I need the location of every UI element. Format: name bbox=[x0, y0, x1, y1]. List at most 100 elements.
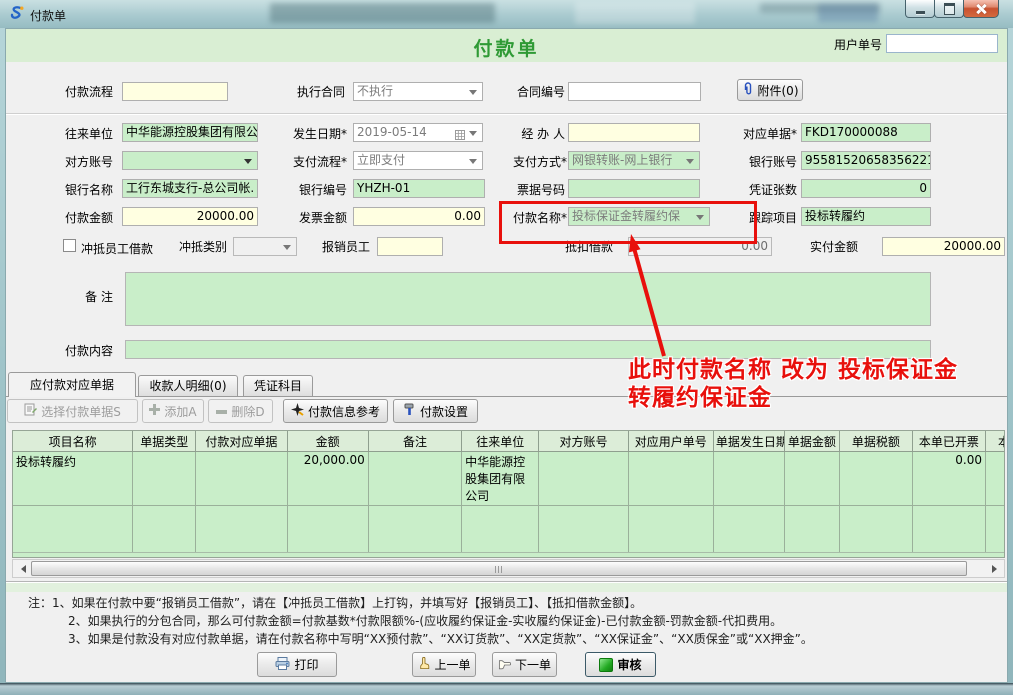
table-cell[interactable] bbox=[839, 452, 912, 506]
titlebar-blur-artifact bbox=[818, 4, 878, 22]
calendar-icon bbox=[455, 128, 465, 142]
hand-right-icon bbox=[498, 657, 511, 673]
actual-amount-input[interactable]: 20000.00 bbox=[882, 237, 1005, 256]
table-cell[interactable]: 投标转履约 bbox=[13, 452, 133, 506]
table-cell[interactable] bbox=[133, 452, 196, 506]
offset-type-select[interactable] bbox=[233, 237, 297, 256]
column-header[interactable]: 本单已开票 bbox=[912, 431, 985, 452]
payment-content-label: 付款内容 bbox=[50, 344, 113, 359]
counterpart-account-select[interactable] bbox=[122, 151, 258, 170]
invoice-amount-label: 发票金额 bbox=[278, 211, 347, 226]
titlebar: 付款单 bbox=[0, 0, 1013, 28]
pay-flow-select[interactable]: 立即支付 bbox=[353, 151, 483, 170]
bank-account-input[interactable]: 95581520658356221 bbox=[801, 151, 931, 170]
table-cell[interactable]: 0.00 bbox=[912, 452, 985, 506]
table-cell[interactable]: 中华能源控股集团有限公司 bbox=[462, 452, 539, 506]
scrollbar-thumb[interactable] bbox=[31, 561, 967, 576]
column-header[interactable]: 单据类型 bbox=[133, 431, 196, 452]
user-no-input[interactable] bbox=[886, 34, 998, 53]
related-doc-input[interactable]: FKD170000088 bbox=[801, 123, 931, 142]
remark-textarea[interactable] bbox=[125, 272, 931, 326]
reimburse-employee-input[interactable] bbox=[377, 237, 443, 256]
table-cell[interactable] bbox=[784, 452, 839, 506]
column-header[interactable]: 单据金额 bbox=[784, 431, 839, 452]
payment-flow-input[interactable] bbox=[122, 82, 228, 101]
tab-payee-detail[interactable]: 收款人明细(0) bbox=[138, 375, 238, 396]
titlebar-blur-artifact bbox=[575, 2, 695, 24]
bank-code-label: 银行编号 bbox=[278, 183, 347, 198]
payment-amount-input[interactable]: 20000.00 bbox=[122, 207, 258, 226]
payment-info-icon bbox=[291, 403, 304, 419]
handler-input[interactable] bbox=[568, 123, 700, 142]
offset-employee-loan-checkbox[interactable] bbox=[63, 239, 76, 252]
contract-no-input[interactable] bbox=[568, 82, 701, 101]
reimburse-employee-label: 报销员工 bbox=[318, 240, 370, 255]
bank-code-input[interactable]: YHZH-01 bbox=[353, 179, 485, 198]
bill-no-input[interactable] bbox=[568, 179, 700, 198]
table-row[interactable]: 投标转履约 20,000.00 中华能源控股集团有限公司 0.00 bbox=[13, 452, 1005, 506]
column-header[interactable]: 往来单位 bbox=[462, 431, 539, 452]
counterpart-unit-input[interactable]: 中华能源控股集团有限公 bbox=[122, 123, 258, 142]
column-header[interactable]: 金额 bbox=[287, 431, 368, 452]
payment-flow-label: 付款流程 bbox=[30, 85, 113, 100]
minus-icon bbox=[216, 404, 227, 418]
annotation-highlight-rect bbox=[499, 201, 757, 244]
pay-flow-label: 支付流程* bbox=[278, 155, 347, 170]
add-button[interactable]: 添加A bbox=[142, 399, 204, 423]
payment-settings-button[interactable]: 付款设置 bbox=[393, 399, 478, 423]
paperclip-icon bbox=[742, 82, 754, 99]
panel-bottom-strip bbox=[6, 583, 1007, 592]
column-header[interactable]: 备注 bbox=[368, 431, 461, 452]
table-cell[interactable] bbox=[539, 452, 628, 506]
table-cell[interactable] bbox=[368, 452, 461, 506]
column-header[interactable]: 对应用户单号 bbox=[628, 431, 713, 452]
close-button[interactable] bbox=[963, 0, 999, 18]
handler-label: 经 办 人 bbox=[503, 127, 565, 142]
select-payment-doc-button[interactable]: 选择付款单据S bbox=[7, 399, 138, 423]
scroll-left-button[interactable] bbox=[13, 560, 29, 577]
app-icon bbox=[9, 5, 25, 24]
table-cell[interactable] bbox=[713, 452, 784, 506]
print-button[interactable]: 打印 bbox=[257, 652, 337, 677]
audit-button[interactable]: 审核 bbox=[585, 652, 656, 677]
tab-voucher-subjects[interactable]: 凭证科目 bbox=[243, 375, 313, 396]
thumb-grip-icon bbox=[495, 566, 504, 573]
invoice-amount-input[interactable]: 0.00 bbox=[353, 207, 485, 226]
bank-account-label: 银行账号 bbox=[728, 155, 797, 170]
payable-docs-table: 项目名称 单据类型 付款对应单据 金额 备注 往来单位 对方账号 对应用户单号 … bbox=[12, 430, 1005, 558]
column-header[interactable]: 单据发生日期 bbox=[713, 431, 784, 452]
maximize-button[interactable] bbox=[934, 0, 964, 18]
pay-method-select[interactable]: 网银转账-网上银行 bbox=[568, 151, 700, 170]
column-header[interactable]: 本单已 bbox=[985, 431, 1005, 452]
chevron-down-icon bbox=[469, 159, 477, 168]
voucher-count-input[interactable]: 0 bbox=[801, 179, 931, 198]
tab-payable-docs[interactable]: 应付款对应单据 bbox=[8, 372, 136, 397]
table-row-empty[interactable] bbox=[13, 506, 1005, 553]
attachment-button[interactable]: 附件(0) bbox=[737, 79, 803, 101]
execute-contract-select[interactable]: 不执行 bbox=[353, 82, 483, 101]
column-header[interactable]: 单据税额 bbox=[839, 431, 912, 452]
column-header[interactable]: 项目名称 bbox=[13, 431, 133, 452]
next-doc-button[interactable]: 下一单 bbox=[492, 652, 557, 677]
prev-doc-button[interactable]: 上一单 bbox=[412, 652, 476, 677]
hand-up-icon bbox=[417, 657, 430, 673]
table-cell[interactable]: 20,000.00 bbox=[287, 452, 368, 506]
scroll-right-button[interactable] bbox=[988, 560, 1004, 577]
actual-amount-label: 实付金额 bbox=[806, 240, 858, 255]
table-cell[interactable] bbox=[196, 452, 287, 506]
chevron-down-icon bbox=[244, 159, 252, 168]
column-header[interactable]: 对方账号 bbox=[539, 431, 628, 452]
payment-info-reference-button[interactable]: 付款信息参考 bbox=[283, 399, 388, 423]
table-cell[interactable] bbox=[628, 452, 713, 506]
column-header[interactable]: 付款对应单据 bbox=[196, 431, 287, 452]
occur-date-picker[interactable]: 2019-05-14 bbox=[353, 123, 483, 142]
h-scrollbar[interactable] bbox=[12, 559, 1005, 578]
bank-name-input[interactable]: 工行东城支行-总公司帐. bbox=[122, 179, 258, 198]
hammer-icon bbox=[403, 403, 416, 419]
delete-button[interactable]: 删除D bbox=[208, 399, 273, 423]
tracking-project-input[interactable]: 投标转履约 bbox=[801, 207, 931, 226]
offset-type-label: 冲抵类别 bbox=[175, 240, 227, 255]
minimize-button[interactable] bbox=[905, 0, 935, 18]
table-cell[interactable] bbox=[985, 452, 1005, 506]
note-line-2: 2、如果执行的分包合同，那么可付款金额=付款基数*付款限额%-(应收履约保证金-… bbox=[68, 612, 782, 629]
